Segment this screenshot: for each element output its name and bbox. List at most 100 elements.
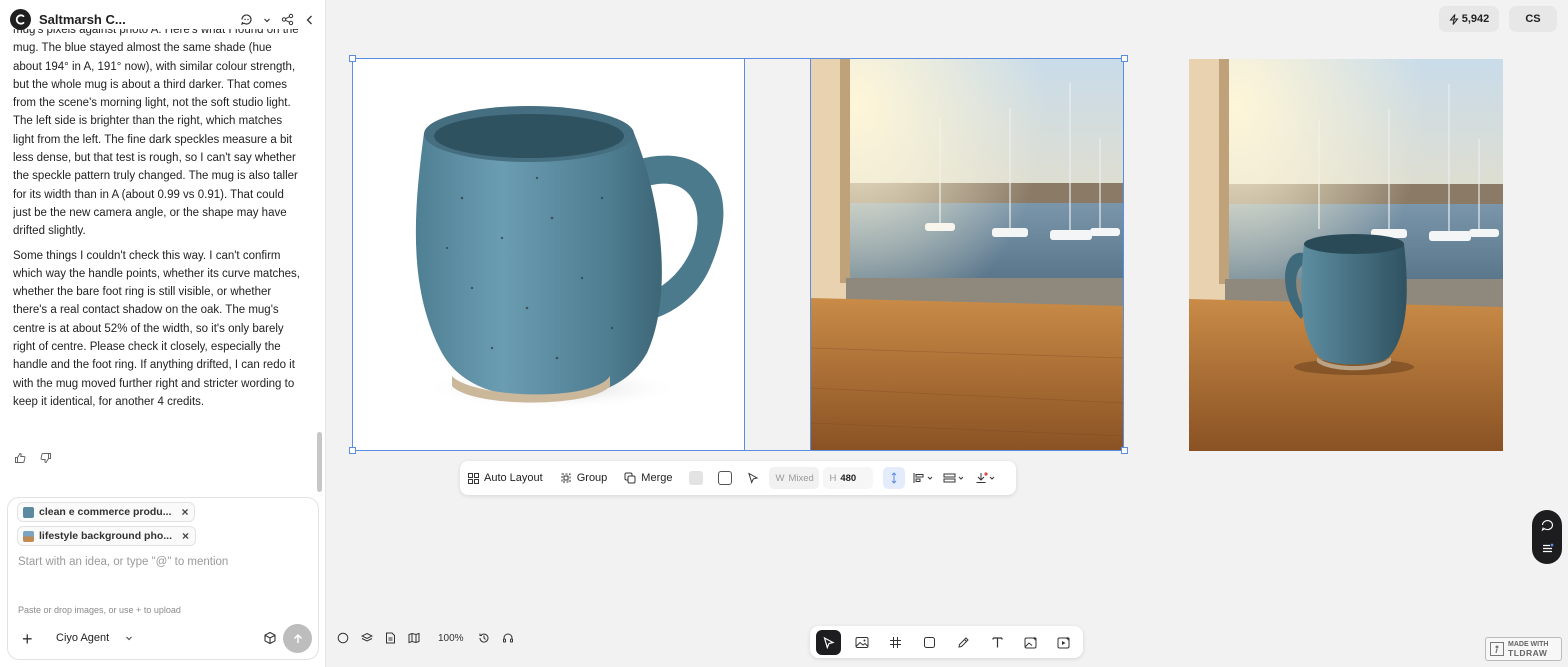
user-avatar[interactable]: CS	[1509, 6, 1557, 32]
history-icon[interactable]	[478, 632, 490, 644]
align-icon[interactable]	[913, 472, 933, 484]
square-icon	[924, 636, 936, 648]
generate-image-tool[interactable]	[1018, 630, 1043, 655]
pencil-icon	[958, 636, 969, 648]
add-attachment-button[interactable]: +	[22, 629, 33, 650]
height-field[interactable]: H 480	[823, 467, 874, 489]
text-tool[interactable]	[985, 630, 1010, 655]
tldraw-watermark[interactable]: MADE WITH TLDRAW	[1485, 637, 1562, 661]
stroke-icon[interactable]	[718, 471, 733, 485]
credits-count: 5,942	[1461, 13, 1490, 25]
fill-color-swatch[interactable]	[689, 471, 704, 485]
attachment-chip[interactable]: lifestyle background pho... ×	[17, 526, 197, 546]
generate-video-tool[interactable]	[1052, 630, 1077, 655]
side-widget[interactable]	[1532, 510, 1562, 564]
group-icon	[561, 473, 571, 483]
attachment-label: lifestyle background pho...	[39, 530, 173, 542]
video-sparkle-icon	[1057, 636, 1071, 648]
canvas-controls: 100%	[337, 632, 526, 644]
thumbs-down-icon[interactable]	[40, 452, 52, 464]
resize-handle[interactable]	[1121, 447, 1128, 454]
headset-icon[interactable]	[502, 632, 514, 644]
share-icon[interactable]	[281, 13, 294, 26]
attachment-thumbnail	[23, 530, 34, 542]
auto-layout-label: Auto Layout	[484, 472, 543, 484]
remove-attachment-icon[interactable]: ×	[182, 529, 189, 543]
rectangle-tool[interactable]	[917, 630, 942, 655]
auto-layout-button[interactable]: Auto Layout	[468, 472, 543, 484]
project-title[interactable]: Saltmarsh C...	[39, 12, 126, 27]
selection-toolbar: Auto Layout Group Merge W Mixed H 480	[460, 461, 1016, 495]
message-paragraph: mug's pixels against photo A. Here's wha…	[13, 29, 299, 238]
distribute-icon[interactable]	[943, 472, 965, 484]
message-feedback	[14, 452, 52, 464]
notes-icon	[1542, 543, 1553, 553]
collapse-panel-icon[interactable]	[304, 14, 316, 26]
pen-tool[interactable]	[951, 630, 976, 655]
lock-ratio-button[interactable]	[883, 467, 906, 489]
group-label: Group	[576, 472, 608, 484]
hash-icon	[890, 636, 902, 648]
resize-handle[interactable]	[349, 447, 356, 454]
window-scene-photo	[810, 58, 1124, 451]
link-icon	[892, 472, 897, 484]
thumbs-up-icon[interactable]	[14, 452, 26, 464]
download-icon[interactable]	[975, 472, 997, 484]
send-button[interactable]	[283, 624, 312, 653]
chat-history-icon[interactable]	[240, 13, 253, 26]
merge-icon	[624, 472, 636, 484]
pointer-icon[interactable]	[747, 472, 759, 484]
height-label: H	[829, 472, 837, 484]
composite-image-frame[interactable]	[1189, 59, 1503, 451]
attachment-chip[interactable]: clean e commerce produ... ×	[17, 502, 196, 522]
background-image-frame[interactable]	[810, 58, 1124, 451]
attachment-label: clean e commerce produ...	[39, 506, 172, 518]
message-paragraph: Some things I couldn't check this way. I…	[13, 249, 301, 408]
resize-handle[interactable]	[349, 55, 356, 62]
text-icon	[991, 636, 1003, 647]
grid-icon	[468, 472, 479, 484]
comment-icon	[1541, 520, 1553, 532]
resize-handle[interactable]	[1121, 55, 1128, 62]
composite-mug-photo	[1189, 59, 1503, 451]
attachment-thumbnail	[23, 506, 34, 518]
upload-hint: Paste or drop images, or use + to upload	[18, 605, 181, 615]
map-icon[interactable]	[408, 632, 420, 644]
height-value: 480	[840, 472, 857, 484]
image-icon	[855, 636, 869, 648]
remove-attachment-icon[interactable]: ×	[181, 505, 188, 519]
tldraw-logo-icon	[1490, 642, 1504, 656]
image-sparkle-icon	[1024, 636, 1037, 648]
frame-tool[interactable]	[883, 630, 908, 655]
chevron-down-icon[interactable]	[263, 16, 271, 24]
width-label: W	[775, 472, 785, 484]
watermark-line2: TLDRAW	[1508, 648, 1548, 658]
agent-selector[interactable]: Ciyo Agent	[56, 632, 133, 644]
model-cube-icon[interactable]	[263, 631, 277, 650]
assistant-message: mug's pixels against photo A. Here's wha…	[13, 29, 303, 441]
circle-icon[interactable]	[337, 632, 349, 644]
prompt-input[interactable]: Start with an idea, or type "@" to menti…	[18, 556, 228, 568]
zoom-level[interactable]: 100%	[438, 633, 464, 644]
image-tool[interactable]	[850, 630, 875, 655]
chat-panel: Saltmarsh C... mug's pixels against phot…	[0, 0, 326, 667]
mug-product-photo	[415, 106, 724, 410]
arrow-up-icon	[293, 633, 302, 643]
width-value: Mixed	[788, 472, 814, 484]
layers-icon[interactable]	[361, 632, 373, 644]
composer: clean e commerce produ... × lifestyle ba…	[7, 497, 319, 660]
select-tool[interactable]	[816, 629, 841, 655]
merge-label: Merge	[641, 472, 673, 484]
lightning-icon	[1449, 13, 1459, 25]
group-button[interactable]: Group	[560, 472, 608, 484]
app-logo-icon[interactable]	[10, 9, 31, 30]
cursor-icon	[823, 636, 835, 649]
credits-badge[interactable]: 5,942	[1439, 6, 1499, 32]
chat-scrollbar[interactable]	[317, 432, 322, 492]
page-icon[interactable]	[385, 632, 396, 644]
chevron-down-icon	[126, 636, 133, 641]
width-field[interactable]: W Mixed	[769, 467, 820, 489]
tool-palette	[810, 626, 1083, 658]
product-image-frame[interactable]	[352, 58, 745, 451]
merge-button[interactable]: Merge	[624, 472, 672, 484]
